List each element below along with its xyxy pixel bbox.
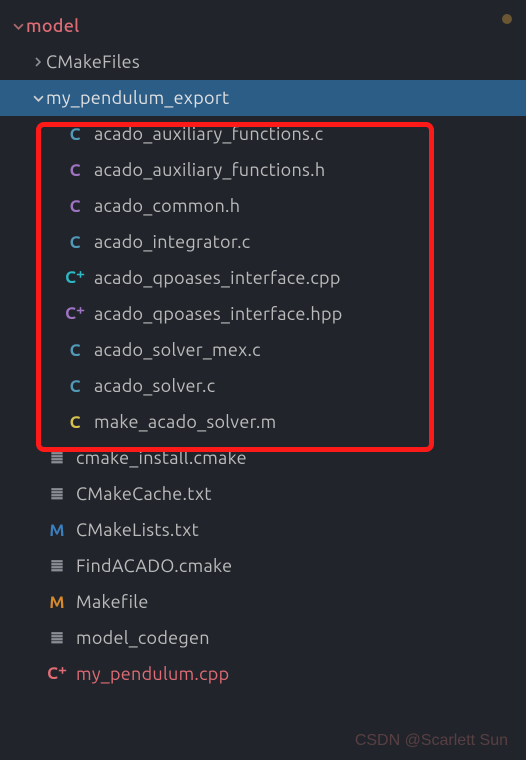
chevron-down-icon [30,93,46,104]
file-type-icon: C⁺ [64,268,86,288]
file-type-icon: C [64,377,86,396]
file-label: CMakeCache.txt [76,484,526,504]
folder-cmakefiles[interactable]: CMakeFiles [0,44,526,80]
file-label: acado_auxiliary_functions.h [94,160,526,180]
file-item[interactable]: C⁺ acado_qpoases_interface.hpp [0,296,526,332]
file-item[interactable]: C⁺ acado_qpoases_interface.cpp [0,260,526,296]
file-type-icon: M [46,593,68,612]
chevron-down-icon [10,21,26,32]
file-item[interactable]: Cacado_common.h [0,188,526,224]
file-type-icon: C⁺ [46,664,68,684]
file-type-icon: ≣ [46,484,68,504]
file-label: acado_integrator.c [94,232,526,252]
file-type-icon: C⁺ [64,304,86,324]
file-type-icon: C [64,233,86,252]
file-item[interactable]: ≣ model_codegen [0,620,526,656]
file-label: acado_auxiliary_functions.c [94,124,526,144]
file-item[interactable]: ≣ cmake_install.cmake [0,440,526,476]
file-item[interactable]: Cmake_acado_solver.m [0,404,526,440]
file-explorer: model CMakeFiles my_pendulum_export Caca… [0,0,526,692]
root-label: model [26,16,526,36]
file-item[interactable]: M Makefile [0,584,526,620]
file-item[interactable]: Cacado_auxiliary_functions.c [0,116,526,152]
file-item[interactable]: Cacado_integrator.c [0,224,526,260]
file-label: acado_common.h [94,196,526,216]
file-label: acado_qpoases_interface.cpp [94,268,526,288]
file-type-icon: M [46,521,68,540]
file-item[interactable]: ≣ FindACADO.cmake [0,548,526,584]
folder-my-pendulum-export[interactable]: my_pendulum_export [0,80,526,116]
file-label: acado_solver_mex.c [94,340,526,360]
file-item[interactable]: Cacado_solver_mex.c [0,332,526,368]
file-type-icon: C [64,197,86,216]
file-label: make_acado_solver.m [94,412,526,432]
file-type-icon: ≣ [46,628,68,648]
file-item[interactable]: ≣ CMakeCache.txt [0,476,526,512]
modified-indicator [502,14,512,24]
file-label: acado_qpoases_interface.hpp [94,304,526,324]
file-label: FindACADO.cmake [76,556,526,576]
file-type-icon: ≣ [46,556,68,576]
file-label: cmake_install.cmake [76,448,526,468]
file-label: CMakeLists.txt [76,520,526,540]
root-folder[interactable]: model [0,8,526,44]
file-type-icon: C [64,413,86,432]
file-type-icon: ≣ [46,448,68,468]
file-label: acado_solver.c [94,376,526,396]
chevron-right-icon [30,57,46,67]
file-label: Makefile [76,592,526,612]
watermark-text: CSDN @Scarlett Sun [355,732,508,750]
file-item[interactable]: C⁺ my_pendulum.cpp [0,656,526,692]
file-label: my_pendulum.cpp [76,664,526,684]
file-item[interactable]: Cacado_auxiliary_functions.h [0,152,526,188]
folder-label: my_pendulum_export [46,88,526,108]
file-type-icon: C [64,341,86,360]
file-type-icon: C [64,161,86,180]
file-label: model_codegen [76,628,526,648]
file-type-icon: C [64,125,86,144]
folder-label: CMakeFiles [46,52,526,72]
file-item[interactable]: M CMakeLists.txt [0,512,526,548]
file-item[interactable]: Cacado_solver.c [0,368,526,404]
